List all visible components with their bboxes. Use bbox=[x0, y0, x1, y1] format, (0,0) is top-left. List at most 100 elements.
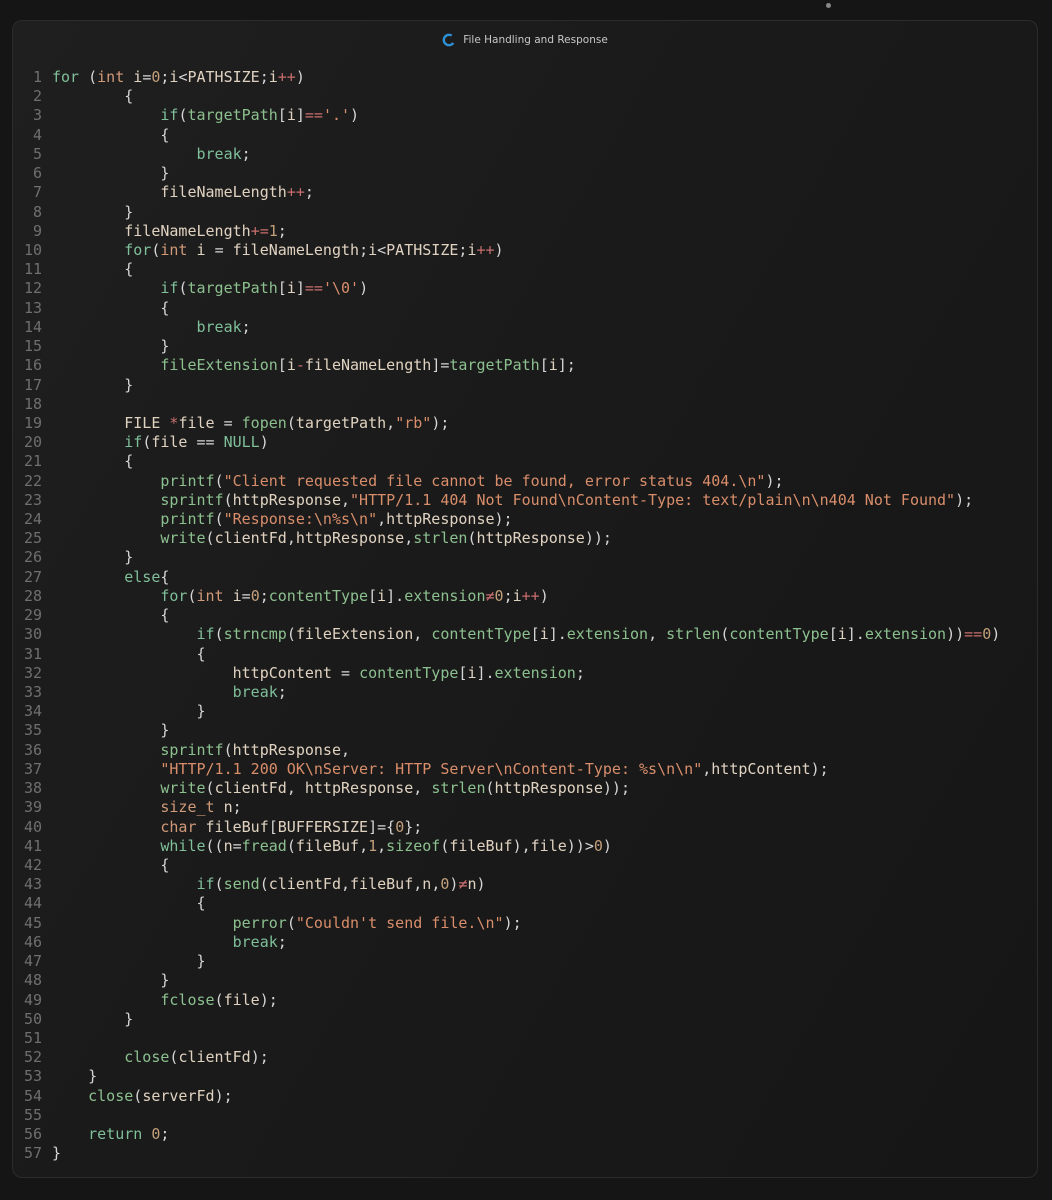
code-text: { bbox=[52, 856, 169, 875]
code-token: extension bbox=[864, 625, 947, 644]
code-line: 50 } bbox=[13, 1010, 1037, 1029]
code-token: - bbox=[295, 356, 305, 375]
code-text: { bbox=[52, 87, 133, 106]
line-number: 56 bbox=[23, 1125, 42, 1144]
code-token: i bbox=[268, 68, 278, 86]
code-token: return bbox=[88, 1125, 152, 1144]
code-token: { bbox=[52, 87, 134, 106]
code-token: contentType bbox=[729, 625, 829, 644]
code-token: , bbox=[404, 529, 414, 548]
code-line: 48 } bbox=[13, 971, 1037, 990]
line-number: 4 bbox=[32, 125, 42, 144]
code-token: contentType bbox=[268, 586, 369, 605]
code-token: , bbox=[413, 875, 423, 894]
code-text: fileNameLength+=1; bbox=[52, 222, 287, 241]
code-line: 52 close(clientFd); bbox=[13, 1048, 1037, 1067]
line-number: 32 bbox=[23, 663, 42, 682]
code-token: 1 bbox=[268, 221, 278, 240]
code-token: ); bbox=[494, 510, 513, 529]
title-bar: File Handling and Response bbox=[13, 21, 1037, 59]
code-token: ( bbox=[485, 779, 495, 798]
code-token: 0 bbox=[395, 817, 405, 836]
code-token: fread bbox=[241, 836, 287, 855]
line-number: 45 bbox=[23, 913, 42, 932]
code-token: ), bbox=[512, 836, 531, 855]
code-token: ; bbox=[259, 68, 269, 86]
code-token: { bbox=[52, 260, 134, 279]
code-token: ))> bbox=[566, 836, 594, 855]
code-token: i bbox=[368, 240, 378, 259]
code-text: return 0; bbox=[52, 1125, 169, 1144]
code-token: file bbox=[178, 413, 224, 432]
code-line: 35 } bbox=[13, 721, 1037, 740]
code-editor[interactable]: 1 for (int i=0;i<PATHSIZE;i++) 2 {3 if(tar… bbox=[13, 68, 1037, 1163]
code-token: contentType bbox=[431, 625, 531, 644]
code-token: == bbox=[304, 106, 323, 125]
code-token: { bbox=[52, 644, 206, 663]
code-line: 42 { bbox=[13, 856, 1037, 875]
camera-dot bbox=[826, 3, 831, 8]
code-text: { bbox=[52, 452, 133, 471]
code-token: ( bbox=[214, 471, 224, 490]
line-number: 14 bbox=[23, 317, 42, 336]
line-number: 42 bbox=[23, 855, 42, 874]
code-token: clientFd bbox=[178, 1048, 251, 1067]
code-token: i bbox=[837, 625, 847, 644]
code-token: ) bbox=[295, 68, 305, 86]
code-token: ( bbox=[214, 625, 224, 644]
code-token: fopen bbox=[241, 413, 287, 432]
code-line: 47 } bbox=[13, 952, 1037, 971]
code-line: 1 for (int i=0;i<PATHSIZE;i++) bbox=[13, 68, 1037, 87]
code-token: ]. bbox=[476, 663, 495, 682]
code-token: break bbox=[196, 144, 242, 163]
code-token: = bbox=[341, 663, 360, 682]
code-token: n bbox=[223, 836, 233, 855]
code-line: 30 if(strncmp(fileExtension, contentType… bbox=[13, 625, 1037, 644]
code-text: else{ bbox=[52, 568, 169, 587]
code-line: 28 for(int i=0;contentType[i].extension≠… bbox=[13, 587, 1037, 606]
line-number: 49 bbox=[23, 990, 42, 1009]
code-text: } bbox=[52, 1144, 61, 1163]
code-line: 17 } bbox=[13, 376, 1037, 395]
code-line: 39 size_t n; bbox=[13, 798, 1037, 817]
code-text: if(file == NULL) bbox=[52, 433, 269, 452]
code-text: break; bbox=[52, 318, 251, 337]
code-token: } bbox=[52, 721, 170, 740]
code-token: ); bbox=[259, 990, 278, 1009]
code-text: break; bbox=[52, 933, 287, 952]
code-token: break bbox=[196, 317, 242, 336]
code-line: 53 } bbox=[13, 1067, 1037, 1086]
code-text: } bbox=[52, 1010, 133, 1029]
line-number: 16 bbox=[23, 356, 42, 375]
code-token: ] bbox=[295, 106, 305, 125]
code-token: ) bbox=[359, 279, 369, 298]
code-token: ); bbox=[955, 490, 974, 509]
code-token: '\0' bbox=[322, 279, 360, 298]
code-line: 37 "HTTP/1.1 200 OK\nServer: HTTP Server… bbox=[13, 760, 1037, 779]
code-token: while bbox=[160, 836, 206, 855]
code-token: )); bbox=[584, 529, 612, 548]
code-token: ] bbox=[295, 279, 305, 298]
code-text: fileNameLength++; bbox=[52, 183, 314, 202]
code-token: ; bbox=[241, 317, 251, 336]
code-token: printf bbox=[160, 510, 215, 529]
code-text: if(strncmp(fileExtension, contentType[i]… bbox=[52, 625, 1001, 644]
code-token: , bbox=[648, 625, 667, 644]
code-token: ; bbox=[359, 240, 369, 259]
line-number: 22 bbox=[23, 471, 42, 490]
code-token: }; bbox=[404, 817, 423, 836]
code-token: } bbox=[52, 202, 134, 221]
code-token: '.' bbox=[322, 106, 351, 125]
code-token: BUFFERSIZE bbox=[277, 817, 369, 836]
line-number: 8 bbox=[32, 202, 42, 221]
code-token: )) bbox=[946, 625, 965, 644]
